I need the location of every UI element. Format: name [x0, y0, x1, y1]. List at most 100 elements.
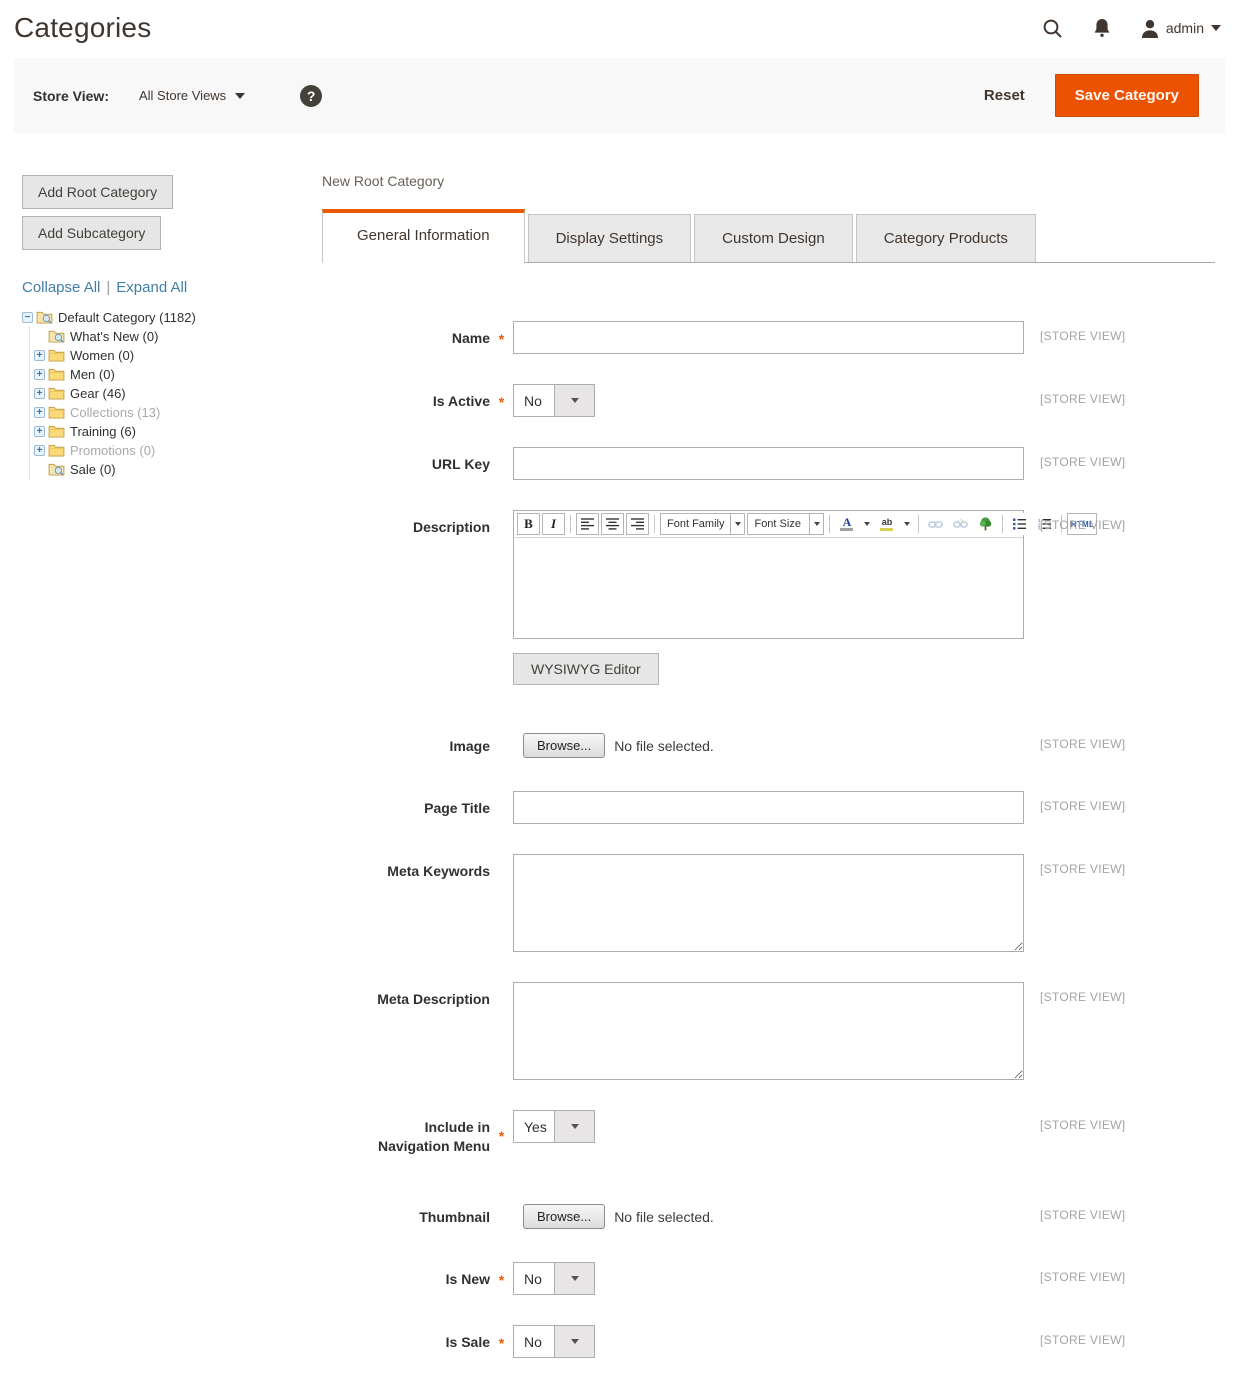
- expand-icon[interactable]: [34, 388, 45, 399]
- include-in-nav-select[interactable]: Yes: [513, 1110, 595, 1143]
- tab-general-information[interactable]: General Information: [322, 209, 525, 263]
- user-icon: [1141, 19, 1159, 38]
- scope-label: [STORE VIEW]: [1040, 1325, 1125, 1347]
- field-label: Thumbnail: [322, 1200, 490, 1227]
- select-caret-button[interactable]: [554, 385, 594, 416]
- tree-item-training[interactable]: Training (6): [34, 422, 312, 441]
- link-icon: [928, 520, 943, 529]
- select-value: No: [514, 1326, 554, 1357]
- account-menu[interactable]: admin: [1141, 19, 1221, 38]
- image-browse-button[interactable]: Browse...: [523, 733, 605, 758]
- is-sale-select[interactable]: No: [513, 1325, 595, 1358]
- tree-item-men[interactable]: Men (0): [34, 365, 312, 384]
- page-title-input[interactable]: [513, 791, 1024, 824]
- text-color-button[interactable]: A: [835, 513, 858, 535]
- is-active-select[interactable]: No: [513, 384, 595, 417]
- tab-display-settings[interactable]: Display Settings: [528, 214, 692, 262]
- select-caret-button[interactable]: [554, 1326, 594, 1357]
- is-new-select[interactable]: No: [513, 1262, 595, 1295]
- store-view-switcher[interactable]: All Store Views: [139, 88, 245, 103]
- collapse-all-link[interactable]: Collapse All: [22, 279, 100, 296]
- insert-link-button[interactable]: [924, 513, 947, 535]
- field-row-is-new: Is New * No [STORE VIEW]: [322, 1262, 1215, 1295]
- field-label: Is Sale: [322, 1325, 490, 1352]
- expand-all-link[interactable]: Expand All: [116, 279, 187, 296]
- italic-button[interactable]: I: [542, 513, 565, 535]
- scope-label: [STORE VIEW]: [1040, 321, 1125, 343]
- meta-description-textarea[interactable]: [513, 982, 1024, 1080]
- required-marker: *: [490, 1325, 513, 1351]
- image-file-status: No file selected.: [614, 738, 714, 754]
- collapse-icon[interactable]: [22, 312, 33, 323]
- tab-category-products[interactable]: Category Products: [856, 214, 1036, 262]
- add-root-category-button[interactable]: Add Root Category: [22, 175, 173, 209]
- field-row-page-title: Page Title [STORE VIEW]: [322, 791, 1215, 824]
- scope-label: [STORE VIEW]: [1040, 384, 1125, 406]
- wysiwyg-editor-button[interactable]: WYSIWYG Editor: [513, 653, 659, 685]
- align-left-button[interactable]: [576, 513, 599, 535]
- caret-down-icon: [730, 513, 745, 535]
- tree-item-promotions[interactable]: Promotions (0): [34, 441, 312, 460]
- highlight-color-caret[interactable]: [900, 513, 913, 535]
- bullet-list-icon: [1013, 518, 1027, 530]
- field-row-description: Description B I Font Family: [322, 510, 1215, 639]
- scope-label: [STORE VIEW]: [1040, 1262, 1125, 1284]
- select-caret-button[interactable]: [554, 1263, 594, 1294]
- font-family-label: Font Family: [660, 513, 730, 535]
- field-row-is-sale: Is Sale * No [STORE VIEW]: [322, 1325, 1215, 1358]
- search-icon[interactable]: [1042, 18, 1063, 39]
- expand-icon[interactable]: [34, 369, 45, 380]
- meta-keywords-textarea[interactable]: [513, 854, 1024, 952]
- remove-link-button[interactable]: [949, 513, 972, 535]
- tree-item-default-category[interactable]: Default Category (1182): [22, 308, 312, 327]
- tree-item-label: Sale (0): [70, 462, 116, 477]
- store-view-value: All Store Views: [139, 88, 226, 103]
- font-size-select[interactable]: Font Size: [747, 513, 824, 535]
- expand-icon[interactable]: [34, 445, 45, 456]
- font-family-select[interactable]: Font Family: [660, 513, 745, 535]
- tree-item-collections[interactable]: Collections (13): [34, 403, 312, 422]
- folder-icon: [48, 444, 65, 457]
- scope-label: [STORE VIEW]: [1040, 1110, 1125, 1132]
- tree-item-sale[interactable]: Sale (0): [34, 460, 312, 479]
- bold-button[interactable]: B: [517, 513, 540, 535]
- bullet-list-button[interactable]: [1008, 513, 1031, 535]
- select-value: No: [514, 1263, 554, 1294]
- highlight-color-button[interactable]: ab: [875, 513, 898, 535]
- align-right-button[interactable]: [626, 513, 649, 535]
- field-row-url-key: URL Key [STORE VIEW]: [322, 447, 1215, 480]
- field-row-name: Name * [STORE VIEW]: [322, 321, 1215, 354]
- description-editor-body[interactable]: [514, 538, 1023, 638]
- insert-image-button[interactable]: [974, 513, 997, 535]
- expand-icon[interactable]: [34, 407, 45, 418]
- text-color-caret[interactable]: [860, 513, 873, 535]
- select-caret-button[interactable]: [554, 1111, 594, 1142]
- scope-label: [STORE VIEW]: [1040, 982, 1125, 1004]
- tree-item-gear[interactable]: Gear (46): [34, 384, 312, 403]
- bold-icon: B: [524, 516, 533, 532]
- field-row-image: Image Browse... No file selected. [STORE…: [322, 729, 1215, 758]
- tab-custom-design[interactable]: Custom Design: [694, 214, 853, 262]
- url-key-input[interactable]: [513, 447, 1024, 480]
- thumbnail-browse-button[interactable]: Browse...: [523, 1204, 605, 1229]
- bell-icon[interactable]: [1093, 18, 1111, 38]
- folder-search-icon: [36, 311, 53, 324]
- description-editor: B I Font Family Font Size A: [513, 510, 1024, 639]
- thumbnail-file-status: No file selected.: [614, 1209, 714, 1225]
- expand-icon[interactable]: [34, 426, 45, 437]
- editor-toolbar: B I Font Family Font Size A: [514, 511, 1023, 538]
- tree-item-women[interactable]: Women (0): [34, 346, 312, 365]
- field-row-wysiwyg-button: WYSIWYG Editor: [322, 639, 1215, 685]
- scope-label: [STORE VIEW]: [1040, 447, 1125, 469]
- field-label: Description: [322, 510, 490, 537]
- reset-button[interactable]: Reset: [984, 87, 1025, 104]
- save-category-button[interactable]: Save Category: [1055, 74, 1199, 117]
- align-center-button[interactable]: [601, 513, 624, 535]
- tree-item-whats-new[interactable]: What's New (0): [34, 327, 312, 346]
- help-icon[interactable]: ?: [300, 85, 322, 107]
- caret-down-icon: [235, 93, 245, 99]
- expand-icon[interactable]: [34, 350, 45, 361]
- required-marker: *: [490, 1262, 513, 1288]
- name-input[interactable]: [513, 321, 1024, 354]
- add-subcategory-button[interactable]: Add Subcategory: [22, 216, 161, 250]
